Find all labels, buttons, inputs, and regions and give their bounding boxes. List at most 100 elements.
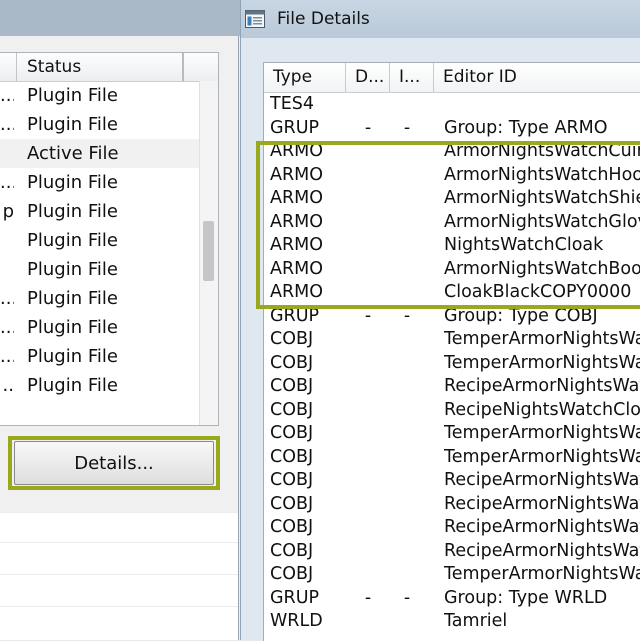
- record-row[interactable]: GRUP - - Group: Type ARMO: [264, 117, 640, 141]
- column-header-editor-id[interactable]: Editor ID: [434, 63, 640, 92]
- background-window: Status ... Plugin File... Plugin File Activ…: [0, 0, 240, 640]
- plugin-name-cell: ...: [0, 288, 14, 309]
- record-row[interactable]: GRUP - - Group: Type WRLD: [264, 587, 640, 611]
- record-editor-id-cell: TemperArmorNightsWatch: [444, 446, 640, 467]
- record-list-rows: TES4 GRUP - - Group: Type ARMO ARMO ArmorNight…: [264, 93, 640, 634]
- record-d-cell: -: [364, 587, 372, 608]
- record-row[interactable]: ARMO ArmorNightsWatchBoots: [264, 258, 640, 282]
- record-type-cell: COBJ: [270, 540, 314, 561]
- column-header-type[interactable]: Type: [264, 63, 346, 92]
- record-type-cell: TES4: [270, 94, 314, 114]
- record-editor-id-cell: RecipeArmorNightsWatch: [444, 517, 640, 537]
- background-window-titlebar: [0, 0, 240, 36]
- plugin-list[interactable]: Status ... Plugin File... Plugin File Activ…: [0, 52, 219, 426]
- record-type-cell: GRUP: [270, 117, 320, 138]
- record-type-cell: COBJ: [270, 423, 314, 443]
- record-type-cell: COBJ: [270, 399, 314, 420]
- scrollbar-thumb[interactable]: [203, 221, 214, 281]
- record-row[interactable]: COBJ TemperArmorNightsWatch: [264, 563, 640, 587]
- record-list[interactable]: Type D... I... Editor ID TES4 GRUP - - Group…: [263, 62, 640, 641]
- record-editor-id-cell: ArmorNightsWatchShield: [444, 188, 640, 208]
- record-row[interactable]: COBJ RecipeArmorNightsWatch: [264, 469, 640, 493]
- record-editor-id-cell: TemperArmorNightsWatch: [444, 329, 640, 349]
- record-d-cell: -: [364, 117, 372, 138]
- plugin-status-cell: Plugin File: [27, 230, 118, 251]
- column-header-i[interactable]: I...: [390, 63, 434, 92]
- record-editor-id-cell: ArmorNightsWatchGloves: [444, 211, 640, 232]
- record-row[interactable]: COBJ RecipeArmorNightsWatch: [264, 540, 640, 564]
- plugin-list-row[interactable]: p Plugin File: [0, 197, 200, 226]
- record-row[interactable]: ARMO ArmorNightsWatchCuirass: [264, 140, 640, 164]
- plugin-name-cell: ...: [0, 317, 14, 338]
- record-row[interactable]: ARMO ArmorNightsWatchShield: [264, 187, 640, 211]
- record-editor-id-cell: TemperArmorNightsWatch: [444, 564, 640, 584]
- window-app-icon: [245, 10, 265, 28]
- record-type-cell: COBJ: [270, 470, 314, 490]
- record-row[interactable]: TES4: [264, 93, 640, 117]
- record-editor-id-cell: Tamriel: [444, 611, 508, 631]
- plugin-name-cell: p: [2, 201, 14, 222]
- column-header-status[interactable]: Status: [18, 53, 184, 81]
- plugin-list-row[interactable]: ... Plugin File: [0, 168, 200, 197]
- record-row[interactable]: COBJ TemperArmorNightsWatch: [264, 422, 640, 446]
- file-details-window: File Details Type D... I... Editor ID TE…: [240, 0, 640, 641]
- record-type-cell: ARMO: [270, 164, 324, 185]
- record-type-cell: COBJ: [270, 329, 314, 349]
- record-editor-id-cell: Group: Type ARMO: [444, 117, 608, 138]
- record-list-header: Type D... I... Editor ID: [264, 63, 640, 93]
- plugin-list-rows: ... Plugin File... Plugin File Active File.…: [0, 81, 200, 400]
- plugin-list-row[interactable]: .. Plugin File: [0, 371, 200, 400]
- plugin-list-row[interactable]: ... Plugin File: [0, 81, 200, 110]
- plugin-status-cell: Active File: [27, 143, 119, 164]
- details-button[interactable]: Details...: [14, 441, 214, 485]
- file-details-titlebar[interactable]: File Details: [240, 0, 640, 38]
- plugin-list-row[interactable]: ... Plugin File: [0, 110, 200, 139]
- plugin-list-row[interactable]: ... Plugin File: [0, 342, 200, 371]
- record-editor-id-cell: Group: Type COBJ: [444, 305, 598, 326]
- record-row[interactable]: COBJ RecipeArmorNightsWatch: [264, 375, 640, 399]
- record-editor-id-cell: NightsWatchCloak: [444, 235, 604, 255]
- record-type-cell: ARMO: [270, 235, 324, 255]
- record-row[interactable]: COBJ TemperArmorNightsWatch: [264, 446, 640, 470]
- column-header-name[interactable]: [0, 53, 17, 81]
- record-row[interactable]: COBJ TemperArmorNightsWatch: [264, 352, 640, 376]
- record-editor-id-cell: RecipeArmorNightsWatch: [444, 470, 640, 490]
- record-type-cell: COBJ: [270, 352, 314, 373]
- record-type-cell: ARMO: [270, 211, 324, 232]
- record-type-cell: COBJ: [270, 493, 314, 514]
- record-row[interactable]: GRUP - - Group: Type COBJ: [264, 305, 640, 329]
- record-editor-id-cell: RecipeArmorNightsWatch: [444, 493, 640, 514]
- record-type-cell: COBJ: [270, 446, 314, 467]
- record-row[interactable]: ARMO NightsWatchCloak: [264, 234, 640, 258]
- plugin-name-cell: ..: [2, 375, 14, 396]
- record-i-cell: -: [403, 305, 411, 326]
- record-row[interactable]: WRLD Tamriel: [264, 610, 640, 634]
- plugin-list-row[interactable]: Active File: [0, 139, 200, 168]
- record-editor-id-cell: ArmorNightsWatchCuirass: [444, 141, 640, 161]
- record-row[interactable]: COBJ RecipeArmorNightsWatch: [264, 493, 640, 517]
- plugin-name-cell: ...: [0, 172, 14, 193]
- record-editor-id-cell: RecipeNightsWatchCloak: [444, 399, 640, 420]
- plugin-list-row[interactable]: Plugin File: [0, 226, 200, 255]
- record-type-cell: ARMO: [270, 188, 324, 208]
- plugin-list-row[interactable]: ... Plugin File: [0, 284, 200, 313]
- file-details-client: Type D... I... Editor ID TES4 GRUP - - Group…: [240, 38, 640, 641]
- record-row[interactable]: COBJ RecipeNightsWatchCloak: [264, 399, 640, 423]
- record-row[interactable]: ARMO ArmorNightsWatchHood: [264, 164, 640, 188]
- plugin-list-scrollbar[interactable]: [199, 81, 218, 425]
- plugin-status-cell: Plugin File: [27, 201, 118, 222]
- record-editor-id-cell: TemperArmorNightsWatch: [444, 352, 640, 373]
- column-header-d[interactable]: D...: [346, 63, 390, 92]
- record-type-cell: COBJ: [270, 517, 314, 537]
- record-type-cell: GRUP: [270, 305, 320, 326]
- record-row[interactable]: ARMO CloakBlackCOPY0000: [264, 281, 640, 305]
- record-row[interactable]: COBJ TemperArmorNightsWatch: [264, 328, 640, 352]
- plugin-list-row[interactable]: Plugin File: [0, 255, 200, 284]
- plugin-list-row[interactable]: ... Plugin File: [0, 313, 200, 342]
- plugin-status-cell: Plugin File: [27, 375, 118, 396]
- record-row[interactable]: COBJ RecipeArmorNightsWatch: [264, 516, 640, 540]
- record-row[interactable]: ARMO ArmorNightsWatchGloves: [264, 211, 640, 235]
- plugin-list-header: Status: [0, 53, 218, 82]
- plugin-name-cell: ...: [0, 85, 14, 106]
- plugin-name-cell: ...: [0, 114, 14, 135]
